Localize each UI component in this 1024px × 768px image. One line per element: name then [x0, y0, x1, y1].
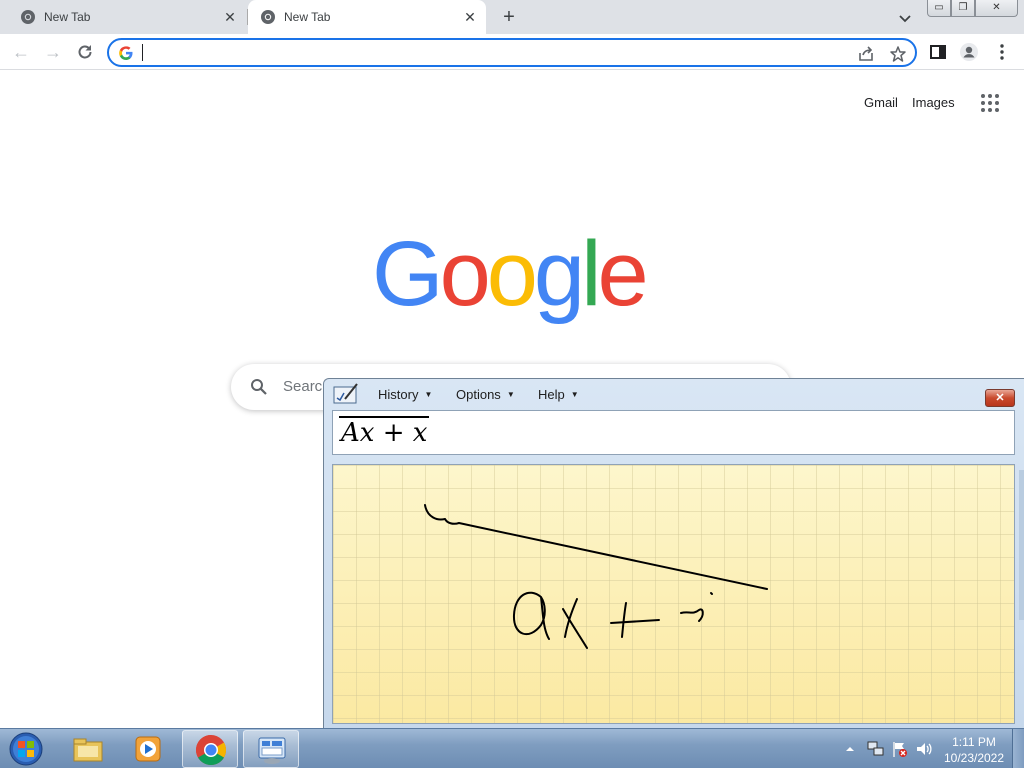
taskbar-file-explorer[interactable] — [60, 730, 116, 768]
google-g-icon — [119, 46, 133, 60]
chevron-down-icon: ▼ — [424, 390, 433, 399]
new-tab-button[interactable]: + — [498, 6, 520, 28]
show-desktop-button[interactable] — [1012, 729, 1024, 768]
browser-toolbar: ← → — [0, 34, 1024, 70]
logo-letter: g — [533, 223, 585, 325]
media-player-icon — [135, 736, 161, 762]
logo-letter: e — [597, 223, 649, 325]
tab-strip: New Tab ✕ New Tab ✕ + ▭ ❐ ✕ — [0, 0, 1024, 34]
math-writing-area[interactable] — [332, 464, 1015, 724]
help-menu-label: Help — [538, 387, 565, 402]
forward-button[interactable]: → — [41, 40, 65, 64]
file-explorer-icon — [73, 738, 103, 762]
text-caret — [142, 44, 143, 61]
math-panel-close-button[interactable]: ✕ — [985, 389, 1015, 407]
chrome-icon — [195, 735, 227, 766]
handwriting-strokes — [424, 504, 768, 649]
history-menu[interactable]: History ▼ — [378, 387, 432, 402]
show-hidden-icons-icon[interactable] — [843, 742, 857, 756]
ink-stroke-x3 — [680, 608, 704, 622]
network-icon[interactable] — [867, 740, 885, 758]
search-placeholder: Searc — [283, 378, 323, 395]
chrome-favicon-icon — [21, 10, 35, 24]
gmail-link[interactable]: Gmail — [864, 95, 898, 110]
back-button[interactable]: ← — [9, 40, 33, 64]
ink-stroke-overline — [424, 504, 768, 590]
ink-stroke-plus-h — [610, 619, 660, 624]
taskbar-math-input-panel[interactable] — [243, 730, 299, 768]
chevron-down-icon: ▼ — [506, 390, 515, 399]
window-controls: ▭ ❐ ✕ — [927, 0, 1018, 17]
taskbar-media-player[interactable] — [120, 730, 176, 768]
tab-new-tab-1[interactable]: New Tab ✕ — [8, 0, 246, 34]
help-menu[interactable]: Help ▼ — [538, 387, 579, 402]
address-bar[interactable] — [107, 38, 917, 67]
close-window-button[interactable]: ✕ — [975, 0, 1018, 17]
start-button-icon[interactable] — [6, 731, 46, 767]
desktop: New Tab ✕ New Tab ✕ + ▭ ❐ ✕ ← → Gmail Im… — [0, 0, 1024, 768]
minimize-button[interactable]: ▭ — [927, 0, 951, 17]
address-input[interactable] — [141, 43, 841, 63]
options-menu-label: Options — [456, 387, 501, 402]
ink-stroke-dot — [710, 592, 713, 595]
tab-title: New Tab — [44, 10, 91, 24]
volume-icon[interactable] — [915, 740, 933, 758]
logo-letter: G — [372, 223, 444, 325]
chevron-down-icon: ▼ — [570, 390, 579, 399]
math-preview-area: Ax + x — [332, 410, 1015, 455]
close-tab-icon[interactable]: ✕ — [460, 7, 480, 27]
ink-stroke-x2 — [564, 598, 578, 638]
share-icon[interactable] — [857, 45, 875, 63]
search-icon — [251, 379, 267, 395]
reload-icon[interactable] — [75, 42, 95, 62]
clock[interactable]: 1:11 PM 10/23/2022 — [941, 734, 1007, 766]
bookmark-star-icon[interactable] — [889, 45, 907, 63]
taskbar: 1:11 PM 10/23/2022 — [0, 728, 1024, 768]
ink-stroke-plus-v — [621, 602, 627, 638]
logo-letter: o — [439, 223, 491, 325]
clock-time: 1:11 PM — [952, 735, 996, 749]
tab-title: New Tab — [284, 10, 331, 24]
restore-button[interactable]: ❐ — [951, 0, 975, 17]
ink-stroke-a — [512, 591, 550, 640]
google-apps-icon[interactable] — [981, 94, 999, 112]
logo-letter: o — [486, 223, 538, 325]
taskbar-chrome[interactable] — [182, 730, 238, 768]
tab-search-chevron-icon[interactable] — [895, 8, 915, 28]
math-input-panel-window: History ▼ Options ▼ Help ▼ ✕ Ax + x — [323, 378, 1024, 730]
more-menu-icon[interactable] — [992, 42, 1012, 62]
google-logo: Google — [372, 223, 649, 325]
side-panel-icon[interactable] — [928, 42, 948, 62]
logo-letter: l — [581, 223, 602, 325]
close-tab-icon[interactable]: ✕ — [220, 7, 240, 27]
clock-date: 10/23/2022 — [943, 751, 1005, 765]
images-link[interactable]: Images — [912, 95, 955, 110]
options-menu[interactable]: Options ▼ — [456, 387, 515, 402]
action-center-flag-icon[interactable] — [891, 740, 909, 758]
math-input-panel-icon — [258, 737, 286, 764]
window-edge — [1019, 470, 1024, 620]
chrome-favicon-icon — [261, 10, 275, 24]
profile-avatar-icon[interactable] — [959, 42, 979, 62]
tab-new-tab-2[interactable]: New Tab ✕ — [248, 0, 486, 34]
math-panel-menubar: History ▼ Options ▼ Help ▼ ✕ — [324, 379, 1024, 409]
recognized-expression: Ax + x — [339, 416, 430, 448]
math-input-panel-app-icon[interactable] — [333, 383, 359, 405]
history-menu-label: History — [378, 387, 419, 402]
